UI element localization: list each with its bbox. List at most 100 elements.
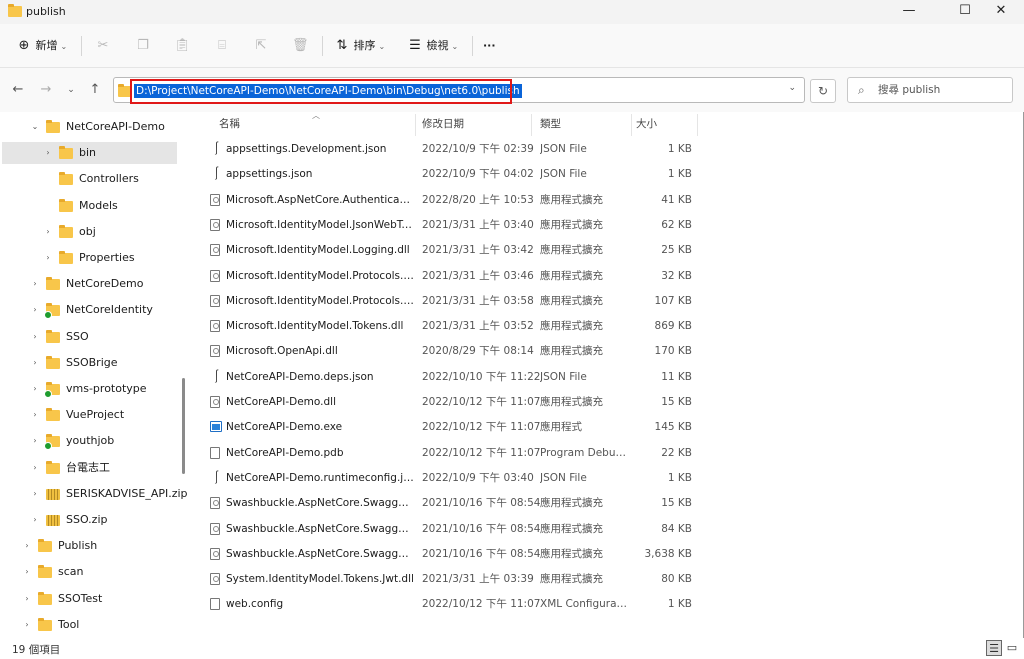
file-row[interactable]: NetCoreAPI-Demo.runtimeconfig.json 2022/1… [205,466,700,491]
nav-item[interactable]: › NetCoreDemo [2,273,177,295]
file-row[interactable]: Microsoft.IdentityModel.Tokens.dll 2021/3… [205,314,700,338]
nav-item[interactable]: › SERISKADVISE_API.zip [2,483,188,505]
nav-item[interactable]: › Publish [2,535,177,557]
file-type: 應用程式擴充 [540,269,603,282]
nav-item[interactable]: › vms-prototype [2,378,177,400]
close-button[interactable]: ✕ [978,0,1024,24]
folder-icon [38,617,52,631]
rename-button[interactable]: ⌸ [214,36,230,56]
file-type: 應用程式擴充 [540,522,603,535]
nav-item[interactable]: › VueProject [2,404,177,426]
nav-item[interactable]: › bin [2,142,177,165]
chevron-right-icon[interactable]: › [30,430,40,452]
file-size: 3,638 KB [644,547,693,560]
refresh-button[interactable]: ↻ [810,79,836,103]
file-row[interactable]: NetCoreAPI-Demo.dll 2022/10/12 下午 11:07 應用… [205,390,700,414]
nav-item[interactable]: › NetCoreIdentity [2,299,177,321]
column-divider[interactable] [697,114,698,136]
view-button[interactable]: ☰ 檢視 ⌄ [407,36,458,56]
chevron-right-icon[interactable]: › [22,561,32,583]
up-button[interactable]: ↑ [86,81,104,99]
nav-item[interactable]: › SSO [2,326,177,348]
file-row[interactable]: Microsoft.AspNetCore.Authentication.... 2… [205,188,700,212]
chevron-right-icon[interactable]: › [30,378,40,400]
nav-item[interactable]: Controllers [2,168,177,190]
search-box[interactable]: ⌕ [847,77,1013,103]
cut-button[interactable]: ✂ [95,36,111,56]
nav-item[interactable]: › obj [2,221,177,243]
file-row[interactable]: appsettings.Development.json 2022/10/9 下午… [205,137,700,162]
column-header-name[interactable]: 名稱 [219,112,240,136]
chevron-right-icon[interactable]: › [43,142,53,164]
column-header-type[interactable]: 類型 [540,112,561,136]
file-row[interactable]: NetCoreAPI-Demo.pdb 2022/10/12 下午 11:07 Pr… [205,441,700,465]
file-row[interactable]: Swashbuckle.AspNetCore.SwaggerGe... 2021/… [205,517,700,541]
file-row[interactable]: Swashbuckle.AspNetCore.Swagger.dll 2021/1… [205,491,700,515]
recent-locations-button[interactable]: ⌄ [62,81,80,99]
chevron-right-icon[interactable]: › [30,273,40,295]
chevron-right-icon[interactable]: › [30,457,40,479]
column-divider[interactable] [531,114,532,136]
tiles-view-button[interactable]: ▭ [1004,640,1020,656]
nav-item[interactable]: › youthjob [2,430,177,452]
share-button[interactable]: ⇱ [253,36,269,56]
column-divider[interactable] [631,114,632,136]
chevron-right-icon[interactable]: › [30,404,40,426]
file-row[interactable]: Microsoft.IdentityModel.Protocols.dll 202… [205,264,700,288]
file-row[interactable]: Microsoft.IdentityModel.Logging.dll 2021/… [205,238,700,262]
chevron-right-icon[interactable]: › [22,535,32,557]
nav-scrollbar[interactable] [182,378,185,474]
nav-item[interactable]: Models [2,195,177,217]
file-row[interactable]: NetCoreAPI-Demo.deps.json 2022/10/10 下午 1… [205,365,700,390]
file-size: 32 KB [661,269,692,282]
details-view-button[interactable]: ☰ [986,640,1002,656]
file-row[interactable]: web.config 2022/10/12 下午 11:07 XML Configu… [205,592,700,616]
file-size: 1 KB [667,168,692,181]
nav-item[interactable]: ⌄ NetCoreAPI-Demo [2,116,177,138]
column-divider[interactable] [415,114,416,136]
file-date: 2021/10/16 下午 08:54 [422,497,541,510]
nav-item[interactable]: › Tool [2,614,177,636]
back-button[interactable]: ← [9,81,27,99]
file-row[interactable]: Microsoft.IdentityModel.JsonWebTok... 202… [205,213,700,237]
chevron-right-icon[interactable]: › [22,614,32,636]
file-row[interactable]: Swashbuckle.AspNetCore.SwaggerUI.dll 2021… [205,542,700,566]
nav-item[interactable]: › SSOTest [2,588,177,610]
file-row[interactable]: appsettings.json 2022/10/9 下午 04:02 JSON F… [205,162,700,187]
paste-button[interactable]: 📋︎ [174,36,191,56]
chevron-right-icon[interactable]: › [30,326,40,348]
minimize-button[interactable]: — [886,0,932,24]
forward-button[interactable]: → [37,81,55,99]
chevron-right-icon[interactable]: › [30,299,40,321]
chevron-right-icon[interactable]: › [43,247,53,269]
chevron-right-icon[interactable]: › [30,483,40,505]
chevron-right-icon[interactable]: › [30,509,40,531]
chevron-down-icon[interactable]: ⌄ [30,116,40,138]
search-input[interactable] [878,82,1006,98]
nav-item[interactable]: › SSOBrige [2,352,177,374]
delete-button[interactable]: 🗑︎ [292,36,309,56]
copy-icon: ❐ [137,38,149,53]
nav-item[interactable]: › scan [2,561,177,583]
chevron-right-icon[interactable]: › [22,588,32,610]
chevron-right-icon[interactable]: › [43,221,53,243]
new-button[interactable]: ⊕ 新增 ⌄ [16,36,68,56]
chevron-down-icon[interactable]: ⌄ [788,83,796,93]
column-header-date[interactable]: 修改日期 [422,112,464,136]
nav-item[interactable]: › Properties [2,247,177,269]
more-options-button[interactable]: ··· [483,36,496,56]
nav-item[interactable]: › 台電志工 [2,457,177,479]
copy-button[interactable]: ❐ [135,36,151,56]
chevron-right-icon[interactable]: › [30,352,40,374]
file-row[interactable]: Microsoft.IdentityModel.Protocols.Op... 2… [205,289,700,313]
column-header-size[interactable]: 大小 [636,112,657,136]
pdb-file-icon [210,446,220,459]
file-row[interactable]: NetCoreAPI-Demo.exe 2022/10/12 下午 11:07 應用… [205,415,700,439]
file-type: 應用程式擴充 [540,497,603,510]
cut-icon: ✂ [97,38,109,53]
file-row[interactable]: System.IdentityModel.Tokens.Jwt.dll 2021/… [205,567,700,591]
file-row[interactable]: Microsoft.OpenApi.dll 2020/8/29 下午 08:14 應… [205,339,700,363]
file-type: 應用程式擴充 [540,294,603,307]
sort-button[interactable]: ⇅ 排序 ⌄ [334,36,386,56]
nav-item[interactable]: › SSO.zip [2,509,177,531]
